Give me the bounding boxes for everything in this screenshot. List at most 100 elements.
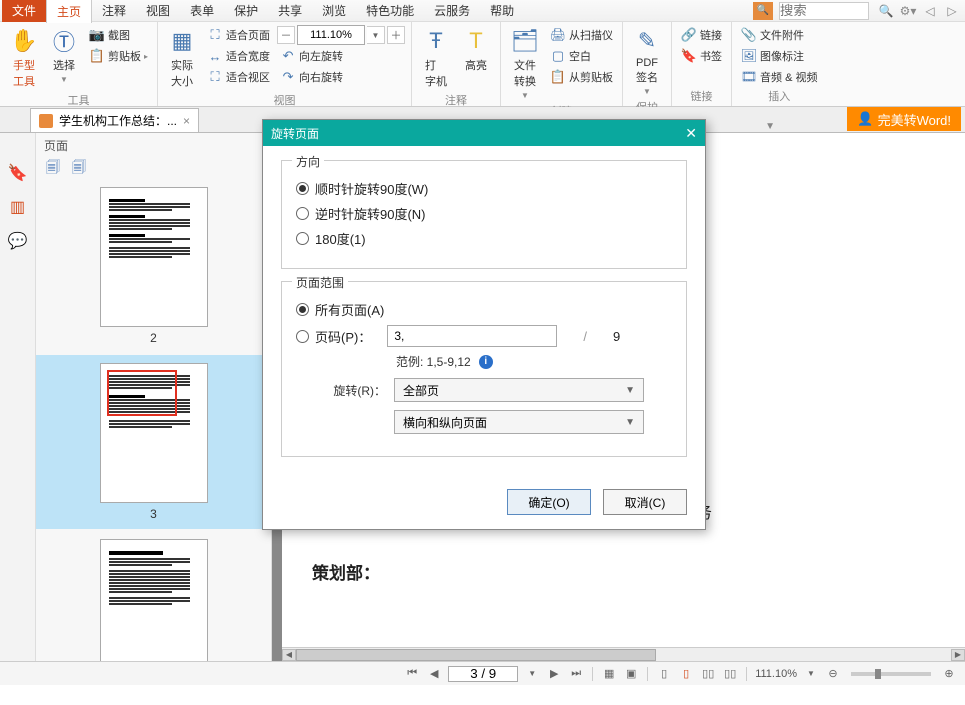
page-tool-1-icon[interactable]: 🗐 bbox=[46, 157, 60, 181]
screenshot-button[interactable]: 📷截图 bbox=[86, 25, 151, 45]
convert-word-button[interactable]: 👤 完美转Word! bbox=[847, 107, 961, 131]
first-page-icon[interactable]: ⏮ bbox=[404, 666, 420, 682]
view-tool-icon[interactable]: ▦ bbox=[601, 666, 617, 682]
tab-menu-icon[interactable]: ▼ bbox=[765, 121, 775, 132]
rotate-select[interactable]: 全部页▼ bbox=[394, 378, 644, 402]
fit-width-button[interactable]: ↔适合宽度 bbox=[204, 46, 273, 66]
page-thumb-2[interactable]: 2 bbox=[36, 187, 271, 345]
link-icon: 🔗 bbox=[681, 27, 697, 43]
radio-all-pages[interactable]: 所有页面(A) bbox=[296, 300, 672, 319]
attachment-button[interactable]: 📎文件附件 bbox=[738, 25, 820, 45]
clipboard-button[interactable]: 📋剪贴板▸ bbox=[86, 46, 151, 66]
scroll-left-icon[interactable]: ◀ bbox=[282, 649, 296, 661]
comment-rail-icon[interactable]: 💬 bbox=[8, 231, 28, 251]
last-page-icon[interactable]: ⏭ bbox=[568, 666, 584, 682]
select-tool-button[interactable]: Ⓣ选择▼ bbox=[46, 25, 82, 86]
pages-input[interactable] bbox=[387, 325, 557, 347]
rotate-right-button[interactable]: ↷向右旋转 bbox=[277, 67, 405, 87]
from-clipboard-button[interactable]: 📋从剪贴板 bbox=[547, 67, 616, 87]
image-annot-button[interactable]: 🖼图像标注 bbox=[738, 46, 820, 66]
highlight-button[interactable]: T高亮 bbox=[458, 25, 494, 75]
tab-cloud[interactable]: 云服务 bbox=[424, 0, 480, 22]
page-dropdown-icon[interactable]: ▼ bbox=[524, 666, 540, 682]
tab-annotate[interactable]: 注释 bbox=[92, 0, 136, 22]
zoom-in-icon[interactable]: ⊕ bbox=[941, 666, 957, 682]
zoom-input[interactable] bbox=[297, 25, 365, 45]
bookmark-button[interactable]: 🔖书签 bbox=[678, 46, 725, 66]
page-thumb-3[interactable]: 3 bbox=[36, 355, 271, 529]
zoom-dropdown-icon[interactable]: ▼ bbox=[803, 666, 819, 682]
settings-icon[interactable]: ⚙▾ bbox=[900, 3, 916, 19]
typewriter-button[interactable]: Ŧ打字机 bbox=[418, 25, 454, 91]
page-thumb-4[interactable] bbox=[36, 539, 271, 661]
close-icon[interactable]: ✕ bbox=[685, 125, 697, 142]
rotate-right-icon: ↷ bbox=[280, 69, 296, 85]
radio-180[interactable]: 180度(1) bbox=[296, 229, 672, 248]
direction-fieldset: 方向 顺时针旋转90度(W) 逆时针旋转90度(N) 180度(1) bbox=[281, 160, 687, 269]
orientation-select[interactable]: 横向和纵向页面▼ bbox=[394, 410, 644, 434]
tab-view[interactable]: 视图 bbox=[136, 0, 180, 22]
layout-cont-icon[interactable]: ▯ bbox=[678, 666, 694, 682]
bookmark-rail-icon[interactable]: 🔖 bbox=[8, 163, 28, 183]
pages-scroll[interactable]: 2 3 bbox=[36, 181, 271, 661]
highlight-icon: T bbox=[462, 27, 490, 55]
hand-tool-button[interactable]: ✋手型工具 bbox=[6, 25, 42, 91]
zoom-in-button[interactable]: ＋ bbox=[387, 26, 405, 44]
group-link: 🔗链接 🔖书签 链接 bbox=[672, 22, 732, 106]
tab-protect[interactable]: 保护 bbox=[224, 0, 268, 22]
zoom-out-button[interactable]: － bbox=[277, 26, 295, 44]
tab-share[interactable]: 共享 bbox=[268, 0, 312, 22]
next-page-icon[interactable]: ▶ bbox=[546, 666, 562, 682]
view-tool-icon[interactable]: ▣ bbox=[623, 666, 639, 682]
bookmark-icon: 🔖 bbox=[681, 48, 697, 64]
fit-page-button[interactable]: ⛶适合页面 bbox=[204, 25, 273, 45]
pdf-sign-button[interactable]: ✎PDF签名▼ bbox=[629, 25, 665, 98]
fit-view-button[interactable]: ⛶适合视区 bbox=[204, 67, 273, 87]
nav-prev-icon[interactable]: ◁ bbox=[922, 3, 938, 19]
tab-form[interactable]: 表单 bbox=[180, 0, 224, 22]
prev-page-icon[interactable]: ◀ bbox=[426, 666, 442, 682]
search-input[interactable] bbox=[779, 2, 869, 20]
layout-contfacing-icon[interactable]: ▯▯ bbox=[722, 666, 738, 682]
from-scanner-button[interactable]: 🖨从扫描仪 bbox=[547, 25, 616, 45]
tab-home[interactable]: 主页 bbox=[46, 0, 92, 23]
actual-size-button[interactable]: ▦实际大小 bbox=[164, 25, 200, 91]
thumb-number: 3 bbox=[150, 507, 157, 521]
page-tool-2-icon[interactable]: 🗐 bbox=[72, 157, 86, 181]
search-next-icon[interactable]: 🔍 bbox=[878, 3, 894, 19]
close-tab-icon[interactable]: × bbox=[183, 114, 190, 128]
zoom-dropdown[interactable]: ▼ bbox=[367, 26, 385, 44]
pages-rail-icon[interactable]: ▥ bbox=[8, 197, 28, 217]
dialog-titlebar[interactable]: 旋转页面 ✕ bbox=[263, 120, 705, 146]
nav-next-icon[interactable]: ▷ bbox=[944, 3, 960, 19]
scroll-thumb[interactable] bbox=[296, 649, 656, 661]
tab-browse[interactable]: 浏览 bbox=[312, 0, 356, 22]
radio-cw[interactable]: 顺时针旋转90度(W) bbox=[296, 179, 672, 198]
radio-ccw[interactable]: 逆时针旋转90度(N) bbox=[296, 204, 672, 223]
zoom-out-icon[interactable]: ⊖ bbox=[825, 666, 841, 682]
zoom-slider[interactable] bbox=[851, 672, 931, 676]
link-button[interactable]: 🔗链接 bbox=[678, 25, 725, 45]
document-tab[interactable]: 学生机构工作总结：... × bbox=[30, 108, 199, 132]
document-title: 学生机构工作总结：... bbox=[59, 112, 177, 129]
blank-page-button[interactable]: ▢空白 bbox=[547, 46, 616, 66]
av-button[interactable]: 🎞音频 & 视频 bbox=[738, 67, 820, 87]
rotate-left-button[interactable]: ↶向左旋转 bbox=[277, 46, 405, 66]
scroll-right-icon[interactable]: ▶ bbox=[951, 649, 965, 661]
ok-button[interactable]: 确定(O) bbox=[507, 489, 591, 515]
search-icon[interactable]: 🔍 bbox=[753, 2, 773, 20]
horizontal-scrollbar[interactable]: ◀ ▶ bbox=[282, 647, 965, 661]
pages-panel: 页面 🗐 🗐 2 bbox=[36, 133, 272, 661]
radio-page-numbers[interactable]: 页码(P)： / 9 bbox=[296, 325, 672, 347]
page-input[interactable] bbox=[448, 666, 518, 682]
layout-facing-icon[interactable]: ▯▯ bbox=[700, 666, 716, 682]
layout-single-icon[interactable]: ▯ bbox=[656, 666, 672, 682]
info-icon[interactable]: i bbox=[479, 355, 493, 369]
file-menu[interactable]: 文件 bbox=[2, 0, 46, 22]
tab-help[interactable]: 帮助 bbox=[480, 0, 524, 22]
left-rail: 🔖 ▥ 💬 bbox=[0, 133, 36, 661]
group-tools: ✋手型工具 Ⓣ选择▼ 📷截图 📋剪贴板▸ 工具 bbox=[0, 22, 158, 106]
cancel-button[interactable]: 取消(C) bbox=[603, 489, 687, 515]
file-convert-button[interactable]: 🗂文件转换▼ bbox=[507, 25, 543, 102]
tab-features[interactable]: 特色功能 bbox=[356, 0, 424, 22]
